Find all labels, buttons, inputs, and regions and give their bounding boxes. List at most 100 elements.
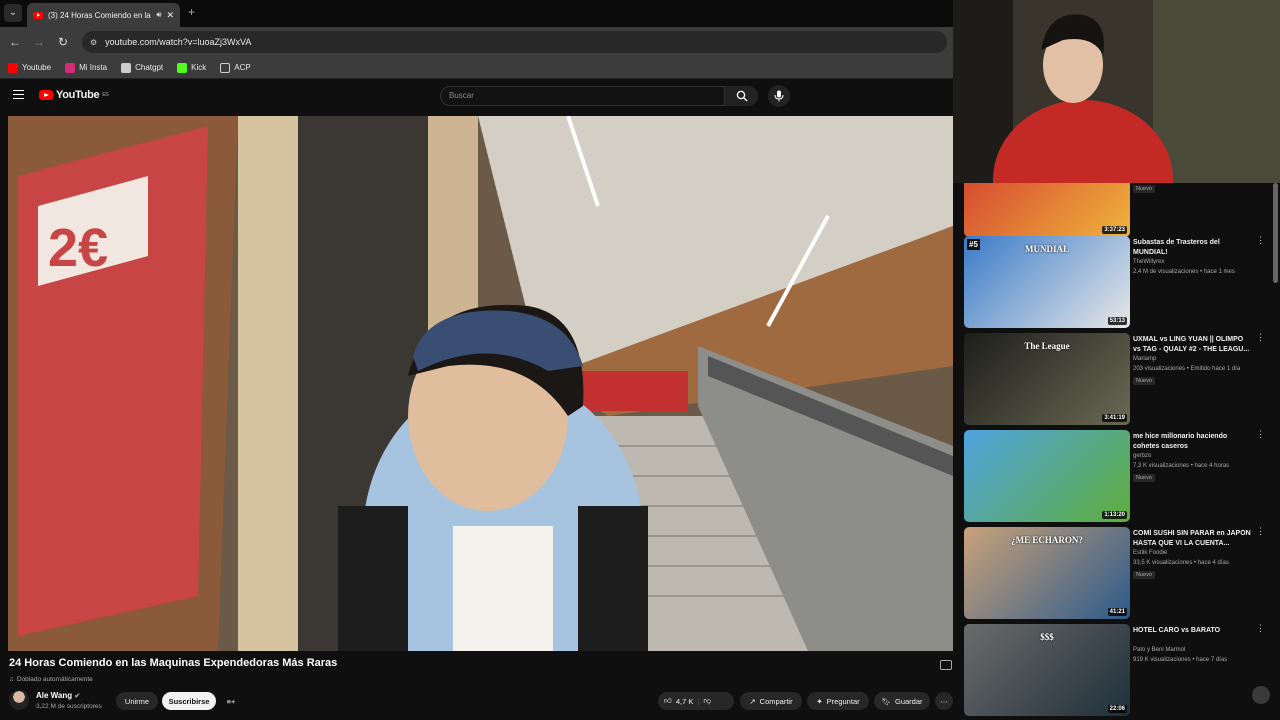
voice-search-button[interactable] xyxy=(768,85,790,107)
save-label: Guardar xyxy=(895,696,923,706)
dislike-icon[interactable]: 👎︎ xyxy=(703,696,711,706)
recommendation-channel[interactable]: Mariamp xyxy=(1133,356,1156,362)
bookmarks-bar: Youtube Mi Insta Chatgpt Kick ACP xyxy=(0,57,953,79)
sparkle-icon: ✦ xyxy=(816,696,823,706)
join-button[interactable]: Unirme xyxy=(116,692,158,710)
recommendation-channel[interactable]: Pato y Beni Marmol xyxy=(1133,647,1185,653)
recommendation-thumbnail[interactable]: 3:37:23 xyxy=(964,183,1130,237)
share-label: Compartir xyxy=(759,696,793,706)
menu-icon[interactable] xyxy=(13,90,24,99)
recommendation-meta: 7,3 K visualizaciones • hace 4 horas xyxy=(1133,463,1230,469)
more-actions-icon[interactable]: ⋯ xyxy=(935,692,953,710)
like-count[interactable]: 4,7 K xyxy=(676,697,694,706)
recommendation-item[interactable]: 3:37:23 Nuevo xyxy=(964,183,1280,237)
chatgpt-icon xyxy=(121,62,132,73)
video-duration: 3:37:23 xyxy=(1102,226,1127,234)
back-icon[interactable]: ← xyxy=(3,35,27,49)
bookmark-mi-insta[interactable]: Mi Insta xyxy=(65,62,108,73)
video-duration: 3:41:19 xyxy=(1102,414,1127,422)
share-button[interactable]: ↗ Compartir xyxy=(740,692,802,710)
more-options-icon[interactable]: ⋮ xyxy=(1256,430,1265,439)
bookmark-label: Kick xyxy=(191,63,207,72)
recommendation-meta: 33,5 K visualizaciones • hace 4 días xyxy=(1133,560,1229,566)
youtube-favicon-icon xyxy=(33,11,43,19)
subscriber-count: 3,22 M de suscriptores xyxy=(36,703,102,710)
url-field[interactable]: ⚙ youtube.com/watch?v=luoaZj3WxVA xyxy=(82,31,947,53)
new-badge: Nuevo xyxy=(1133,474,1155,482)
subscribe-button[interactable]: Suscribirse xyxy=(162,692,216,710)
ask-label: Preguntar xyxy=(826,696,860,706)
recommendation-item[interactable]: The League 3:41:19 UXMAL vs LING YUAN || O… xyxy=(964,333,1280,425)
youtube-logo[interactable]: YouTube ES xyxy=(39,89,109,101)
recommendation-item[interactable]: $$$ 22:06 HOTEL CARO vs BARATO ⋮ Pato y Beni… xyxy=(964,624,1280,716)
recommendation-thumbnail[interactable]: 1:13:20 xyxy=(964,430,1130,522)
more-options-icon[interactable]: ⋮ xyxy=(1256,236,1265,245)
recommendation-thumbnail[interactable]: The League 3:41:19 xyxy=(964,333,1130,425)
recommendation-thumbnail[interactable]: ¿ME ECHARON? 41:21 xyxy=(964,527,1130,619)
search-input[interactable]: Buscar xyxy=(440,86,725,106)
video-frame: 2€ xyxy=(8,116,953,651)
bookmark-label: ACP xyxy=(234,63,251,72)
new-badge: Nuevo xyxy=(1133,571,1155,579)
new-badge: Nuevo xyxy=(1133,185,1155,193)
instagram-icon xyxy=(65,62,76,73)
like-icon[interactable]: 👍︎ xyxy=(664,696,672,706)
logo-text: YouTube xyxy=(56,89,100,101)
thumbnail-text: The League xyxy=(1024,341,1070,351)
recommendation-title[interactable]: UXMAL vs LING YUAN || OLIMPO vs TAG - QU… xyxy=(1133,335,1251,355)
search-button[interactable] xyxy=(725,86,758,106)
recommendation-title[interactable]: COMÍ SUSHI SIN PARAR en JAPÓN HASTA QUE … xyxy=(1133,529,1251,549)
browser-tab-active[interactable]: (3) 24 Horas Comiendo en las Maquinas Ex… xyxy=(27,3,180,27)
recommendation-thumbnail[interactable]: $$$ 22:06 xyxy=(964,624,1130,716)
more-options-icon[interactable]: ⋮ xyxy=(1256,527,1265,536)
speaker-icon[interactable]: 🔊︎ xyxy=(156,10,161,20)
video-duration: 41:21 xyxy=(1107,608,1127,616)
recommendation-title[interactable]: Subastas de Trasteros del MUNDIAL! xyxy=(1133,238,1251,258)
channel-name[interactable]: Ale Wang ✔ xyxy=(36,691,80,700)
more-options-icon[interactable]: ⋮ xyxy=(1256,333,1265,342)
more-options-icon[interactable]: ⋮ xyxy=(1256,624,1265,633)
recommendation-channel[interactable]: TheWillyrex xyxy=(1133,259,1164,265)
forward-icon[interactable]: → xyxy=(27,35,51,49)
recommendation-item[interactable]: 1:13:20 me hice millonario haciendo cohet… xyxy=(964,430,1280,522)
channel-name-text: Ale Wang xyxy=(36,691,73,700)
bookmark-acp[interactable]: ACP xyxy=(220,62,251,73)
close-tab-icon[interactable]: ✕ xyxy=(166,10,174,21)
video-player[interactable]: 2€ xyxy=(8,116,953,651)
chat-assistant-icon[interactable] xyxy=(1252,686,1270,704)
reload-icon[interactable]: ↻ xyxy=(51,35,75,49)
webcam-overlay xyxy=(953,0,1280,183)
tab-search-chevron-icon[interactable]: ⌄ xyxy=(4,4,22,22)
thumbnail-text: MUNDIAL xyxy=(1025,244,1069,254)
dub-label: ♫ Doblado automáticamente xyxy=(9,676,93,683)
recommendation-meta: 2,4 M de visualizaciones • hace 1 mes xyxy=(1133,269,1235,275)
logo-region: ES xyxy=(102,92,109,98)
recommendation-item[interactable]: ¿ME ECHARON? 41:21 COMÍ SUSHI SIN PARAR en… xyxy=(964,527,1280,619)
kick-icon xyxy=(177,62,188,73)
recommendation-item[interactable]: MUNDIAL #5 53:13 Subastas de Trasteros del … xyxy=(964,236,1280,328)
video-duration: 53:13 xyxy=(1107,317,1127,325)
recommendation-title[interactable]: me hice millonario haciendo cohetes case… xyxy=(1133,432,1251,452)
transcript-icon[interactable] xyxy=(940,660,952,670)
add-to-playlist-icon[interactable]: ≡+ xyxy=(222,692,240,710)
recommendation-channel[interactable]: gerbzo xyxy=(1133,453,1151,459)
site-settings-icon[interactable]: ⚙ xyxy=(90,38,97,47)
recommendation-thumbnail[interactable]: MUNDIAL #5 53:13 xyxy=(964,236,1130,328)
bookmark-chatgpt[interactable]: Chatgpt xyxy=(121,62,163,73)
browser-tab-bar: ⌄ (3) 24 Horas Comiendo en las Maquinas … xyxy=(0,0,953,27)
new-tab-icon[interactable]: + xyxy=(188,5,195,19)
bookmark-youtube[interactable]: Youtube xyxy=(8,62,51,73)
recommendation-channel[interactable]: Estilk Foodie xyxy=(1133,550,1167,556)
recommendation-title[interactable]: HOTEL CARO vs BARATO xyxy=(1133,626,1251,636)
thumbnail-rank: #5 xyxy=(967,239,980,250)
webcam-frame xyxy=(953,0,1280,183)
bookmark-kick[interactable]: Kick xyxy=(177,62,207,73)
ask-button[interactable]: ✦ Preguntar xyxy=(807,692,869,710)
sidebar-scrollbar[interactable] xyxy=(1273,183,1278,283)
folder-icon xyxy=(220,62,231,73)
bookmark-label: Mi Insta xyxy=(79,63,108,72)
dub-text: Doblado automáticamente xyxy=(16,676,93,683)
channel-avatar[interactable] xyxy=(9,690,29,710)
save-button[interactable]: 🔖︎ Guardar xyxy=(874,692,930,710)
recommendations-sidebar: 3:37:23 Nuevo MUNDIAL #5 53:13 Subastas de Tr… xyxy=(953,183,1280,720)
